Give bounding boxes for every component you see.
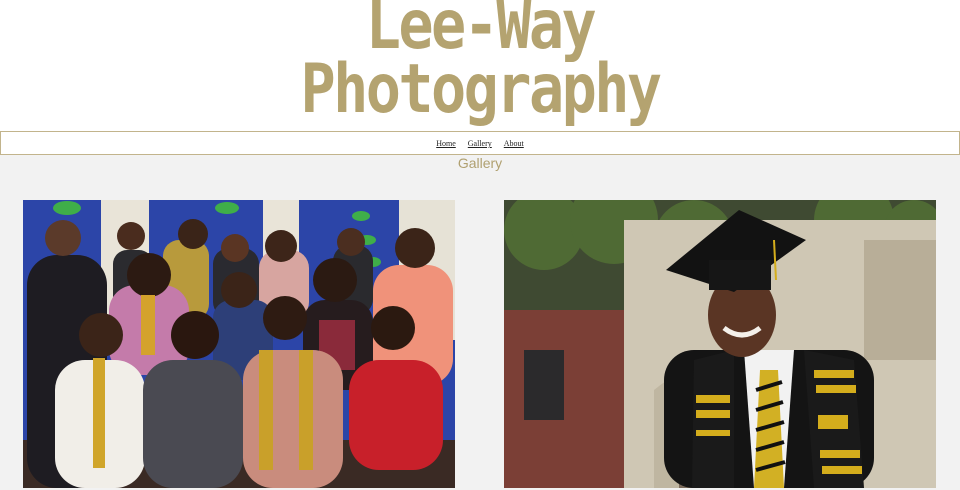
site-header: Lee-Way Photography (0, 0, 960, 132)
nav-link-gallery[interactable]: Gallery (468, 139, 492, 148)
nav-link-home[interactable]: Home (436, 139, 456, 148)
site-logo[interactable]: Lee-Way Photography (67, 0, 893, 129)
graduate-photo-image (504, 200, 936, 488)
logo-line-2: Photography (300, 50, 662, 129)
nav-link-about[interactable]: About (504, 139, 524, 148)
gallery-photo-graduate[interactable] (504, 200, 936, 488)
gallery-photo-group[interactable] (23, 200, 455, 488)
group-photo-image (23, 200, 455, 488)
page-title: Gallery (457, 155, 503, 171)
main-nav: Home Gallery About (0, 131, 960, 155)
